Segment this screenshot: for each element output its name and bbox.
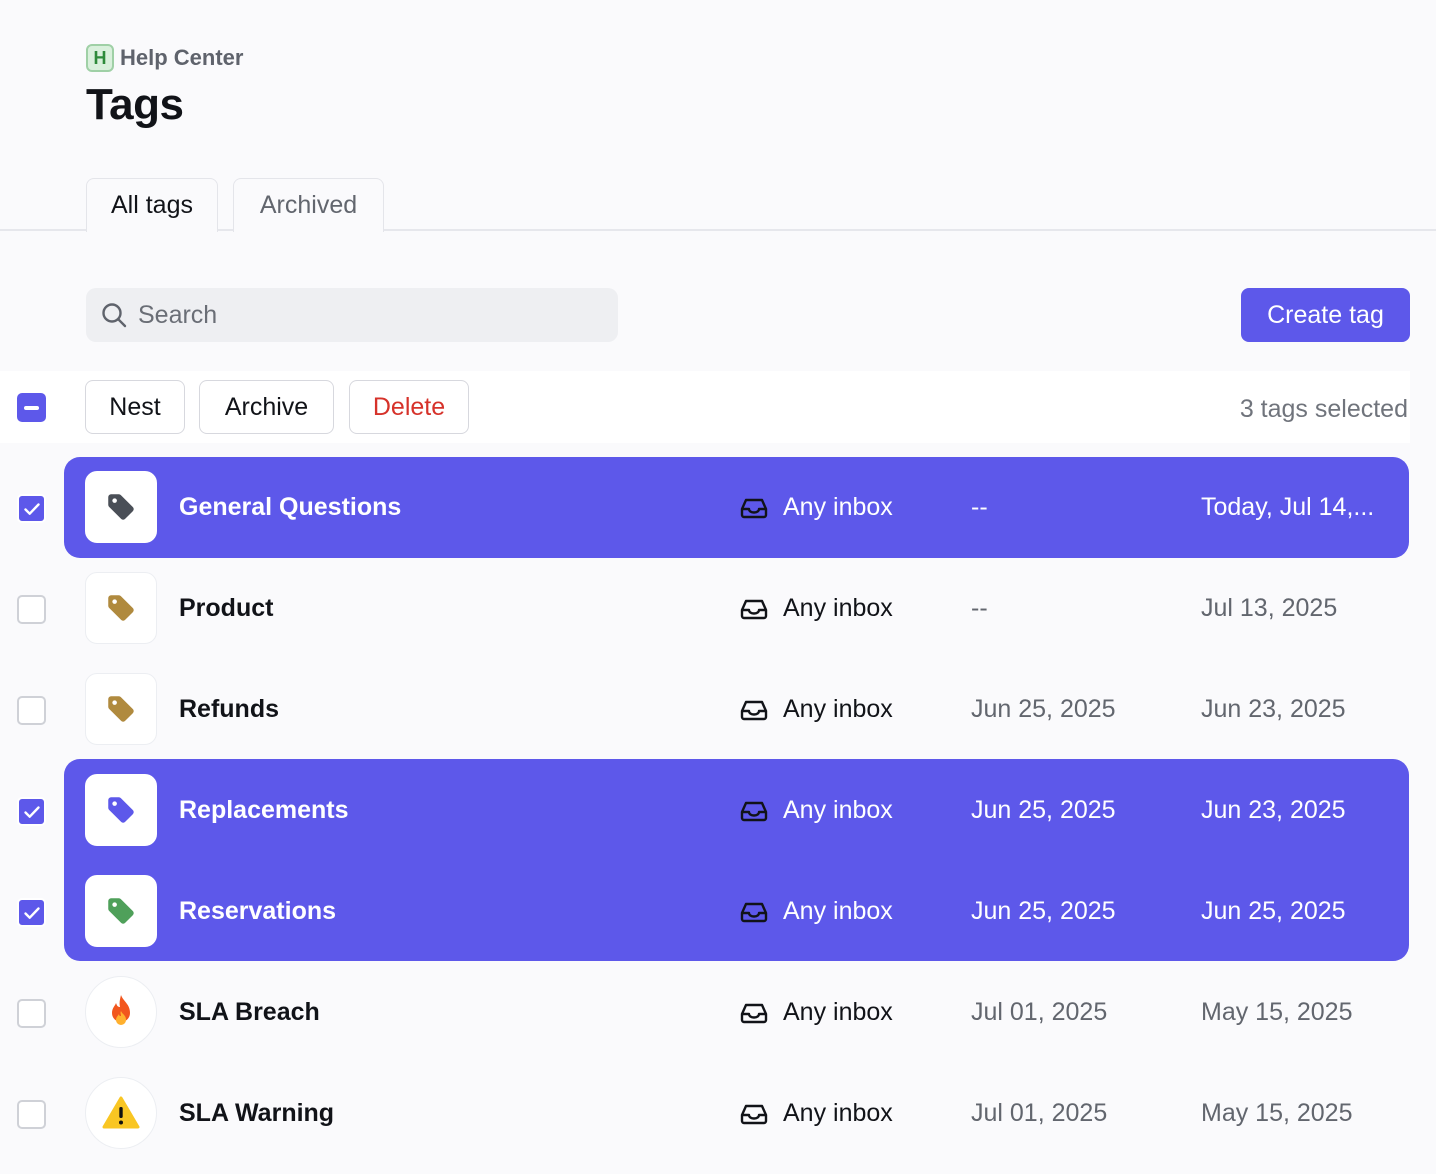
inbox-cell: Any inbox <box>739 493 893 522</box>
tag-icon-box <box>85 471 157 543</box>
row-checkbox[interactable] <box>17 696 46 725</box>
workspace-name[interactable]: Help Center <box>120 45 243 71</box>
inbox-icon <box>740 700 768 720</box>
inbox-cell: Any inbox <box>739 998 893 1027</box>
inbox-cell: Any inbox <box>739 594 893 623</box>
selected-count: 3 tags selected <box>1239 395 1408 423</box>
inbox-label: Any inbox <box>783 493 893 521</box>
last-used-date: May 15, 2025 <box>1201 1099 1353 1127</box>
warning-icon <box>102 1096 140 1129</box>
tag-icon-box <box>85 875 157 947</box>
row-checkbox[interactable] <box>17 797 46 826</box>
tag-icon-box <box>85 1077 157 1149</box>
row-checkbox[interactable] <box>17 898 46 927</box>
tag-name[interactable]: Reservations <box>179 897 336 926</box>
fire-icon <box>112 995 130 1025</box>
tag-gray-icon <box>108 494 134 520</box>
first-used-date: Jun 25, 2025 <box>971 897 1116 925</box>
tab-all-tags[interactable]: All tags <box>86 178 218 232</box>
last-used-date: Jun 23, 2025 <box>1201 796 1346 824</box>
first-used-date: Jul 01, 2025 <box>971 998 1108 1026</box>
inbox-icon <box>740 599 768 619</box>
tag-name[interactable]: Product <box>179 594 273 623</box>
inbox-icon <box>740 801 768 821</box>
tag-name[interactable]: Replacements <box>179 796 349 825</box>
last-used-date: Jun 25, 2025 <box>1201 897 1346 925</box>
nest-button[interactable]: Nest <box>85 380 185 434</box>
tag-name[interactable]: SLA Breach <box>179 998 320 1027</box>
tag-gold-icon <box>108 595 134 621</box>
workspace-badge: H <box>86 44 114 72</box>
select-all-checkbox[interactable] <box>17 393 46 422</box>
row-checkbox[interactable] <box>17 999 46 1028</box>
row-checkbox[interactable] <box>17 494 46 523</box>
row-checkbox[interactable] <box>17 595 46 624</box>
checkmark-icon <box>23 502 40 515</box>
tag-icon-box <box>85 572 157 644</box>
checkmark-icon <box>23 906 40 919</box>
inbox-label: Any inbox <box>783 796 893 824</box>
inbox-cell: Any inbox <box>739 897 893 926</box>
tag-purple-icon <box>108 797 134 823</box>
inbox-icon <box>740 1104 768 1124</box>
tab-archived[interactable]: Archived <box>233 178 384 232</box>
last-used-date: Jul 13, 2025 <box>1201 594 1338 622</box>
first-used-date: -- <box>971 594 988 622</box>
first-used-date: Jun 25, 2025 <box>971 796 1116 824</box>
inbox-label: Any inbox <box>783 897 893 925</box>
table-row[interactable]: Product Any inbox -- Jul 13, 2025 <box>0 558 1436 659</box>
inbox-cell: Any inbox <box>739 695 893 724</box>
tag-green-icon <box>108 898 134 924</box>
tag-gold-icon <box>108 696 134 722</box>
tag-name[interactable]: General Questions <box>179 493 401 522</box>
first-used-date: -- <box>971 493 988 521</box>
tag-name[interactable]: Refunds <box>179 695 279 724</box>
table-row[interactable]: Refunds Any inbox Jun 25, 2025 Jun 23, 2025 <box>0 659 1436 760</box>
inbox-icon <box>740 902 768 922</box>
table-row[interactable]: Replacements Any inbox Jun 25, 2025 Jun 23,… <box>0 760 1436 861</box>
inbox-label: Any inbox <box>783 695 893 723</box>
table-row[interactable]: General Questions Any inbox -- Today, Jul 1… <box>0 457 1436 558</box>
search-input[interactable] <box>138 300 598 330</box>
archive-button[interactable]: Archive <box>199 380 334 434</box>
inbox-icon <box>740 1003 768 1023</box>
tag-icon-box <box>85 976 157 1048</box>
tags-page: H Help Center Tags All tags Archived Cre… <box>0 0 1436 1174</box>
last-used-date: May 15, 2025 <box>1201 998 1353 1026</box>
inbox-label: Any inbox <box>783 998 893 1026</box>
table-row[interactable]: Reservations Any inbox Jun 25, 2025 Jun 25,… <box>0 861 1436 962</box>
tag-icon-box <box>85 774 157 846</box>
inbox-label: Any inbox <box>783 594 893 622</box>
last-used-date: Jun 23, 2025 <box>1201 695 1346 723</box>
table-row[interactable]: SLA Warning Any inbox Jul 01, 2025 May 15, … <box>0 1063 1436 1164</box>
tag-icon-box <box>85 673 157 745</box>
inbox-icon <box>740 498 768 518</box>
last-used-date: Today, Jul 14,... <box>1201 493 1375 521</box>
create-tag-button[interactable]: Create tag <box>1241 288 1410 342</box>
row-checkbox[interactable] <box>17 1100 46 1129</box>
first-used-date: Jul 01, 2025 <box>971 1099 1108 1127</box>
first-used-date: Jun 25, 2025 <box>971 695 1116 723</box>
table-row[interactable]: SLA Breach Any inbox Jul 01, 2025 May 15, 2… <box>0 962 1436 1063</box>
inbox-label: Any inbox <box>783 1099 893 1127</box>
page-title: Tags <box>86 80 184 129</box>
delete-button[interactable]: Delete <box>349 380 469 434</box>
search-box[interactable] <box>86 288 618 342</box>
checkmark-icon <box>23 805 40 818</box>
tag-name[interactable]: SLA Warning <box>179 1099 334 1128</box>
inbox-cell: Any inbox <box>739 796 893 825</box>
breadcrumb[interactable]: H Help Center <box>86 44 243 72</box>
search-icon <box>102 303 127 328</box>
indeterminate-icon <box>24 405 39 410</box>
inbox-cell: Any inbox <box>739 1099 893 1128</box>
